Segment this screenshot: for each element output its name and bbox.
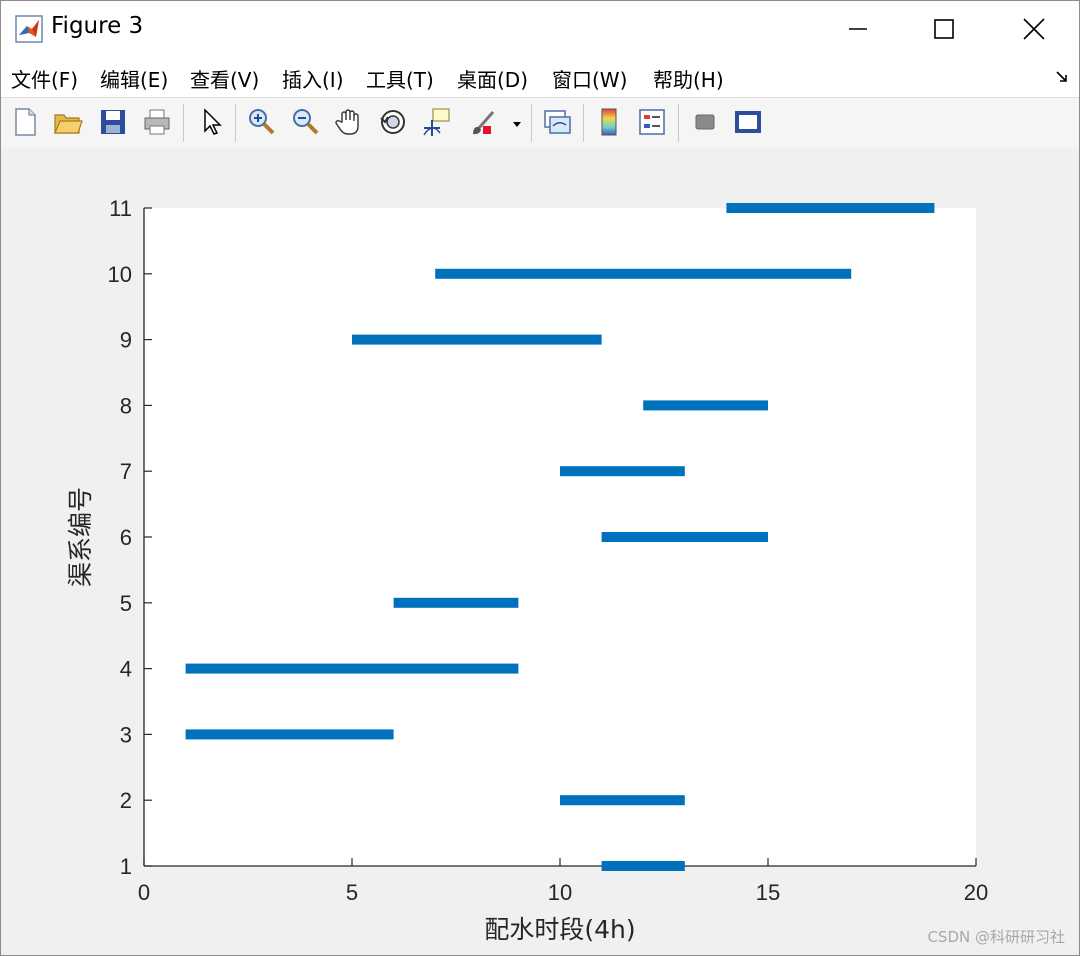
menu-insert[interactable]: 插入(I) [282, 64, 344, 93]
x-tick-label: 5 [346, 880, 358, 905]
menu-bar: 文件(F) 编辑(E) 查看(V) 插入(I) 工具(T) 桌面(D) 窗口(W… [1, 57, 1079, 97]
y-tick-label: 9 [120, 328, 132, 353]
figure-window: Figure 3 文件(F) 编辑(E) 查看(V) 插入(I) 工具(T) 桌… [0, 0, 1080, 956]
x-tick-label: 20 [964, 880, 988, 905]
zoom-out-icon[interactable] [289, 106, 321, 138]
x-tick-label: 10 [548, 880, 572, 905]
brush-icon[interactable] [467, 106, 499, 138]
y-tick-label: 1 [120, 854, 132, 879]
y-tick-label: 3 [120, 722, 132, 747]
open-file-icon[interactable] [52, 106, 84, 138]
maximize-button[interactable] [921, 11, 967, 47]
close-icon [1023, 18, 1045, 40]
save-icon[interactable] [97, 106, 129, 138]
figure-canvas: 0 5 10 15 20 1 2 3 4 5 6 7 8 9 10 11 配水时段(4h) 渠系编号 [1, 148, 1079, 955]
menu-file[interactable]: 文件(F) [11, 64, 78, 93]
channel-bar [601, 532, 768, 542]
matlab-logo-icon [15, 15, 43, 43]
title-bar: Figure 3 [1, 1, 1079, 57]
pan-hand-icon[interactable] [333, 106, 365, 138]
channel-bar [185, 663, 519, 674]
toolbar-separator [678, 104, 679, 142]
channel-bar [726, 203, 935, 213]
y-tick-label: 11 [109, 196, 132, 221]
menu-desktop[interactable]: 桌面(D) [457, 64, 528, 93]
menu-tools[interactable]: 工具(T) [366, 64, 434, 93]
x-tick-label: 15 [756, 880, 780, 905]
rotate-3d-icon[interactable] [377, 106, 409, 138]
toolbar-separator [531, 104, 532, 142]
y-tick-label: 7 [120, 459, 132, 484]
chart: 0 5 10 15 20 1 2 3 4 5 6 7 8 9 10 11 配水时段(4h) 渠系编号 [66, 196, 988, 944]
toolbar-separator [235, 104, 236, 142]
watermark-text: CSDN @科研研习社 [927, 928, 1065, 946]
x-tick-label: 0 [138, 880, 150, 905]
toolbar-separator [583, 104, 584, 142]
y-tick-label: 10 [108, 262, 132, 287]
maximize-icon [934, 19, 954, 39]
channel-bar [352, 334, 602, 345]
print-icon[interactable] [141, 106, 173, 138]
pointer-icon[interactable] [195, 106, 227, 138]
x-axis-label: 配水时段(4h) [484, 915, 635, 944]
channel-bar [560, 795, 685, 806]
show-plot-tools-icon[interactable] [732, 106, 764, 138]
y-tick-label: 2 [120, 788, 132, 813]
toolbar-separator [183, 104, 184, 142]
menu-edit[interactable]: 编辑(E) [100, 64, 168, 93]
y-tick-label: 4 [120, 657, 132, 682]
menu-window[interactable]: 窗口(W) [552, 64, 627, 93]
toolbar [1, 97, 1079, 149]
y-tick-label: 6 [120, 525, 132, 550]
channel-bar [185, 729, 394, 740]
legend-icon[interactable] [636, 106, 668, 138]
plot-area [144, 208, 976, 866]
link-plot-icon[interactable] [541, 106, 573, 138]
window-title: Figure 3 [51, 13, 144, 39]
y-tick-label: 5 [120, 591, 132, 616]
colorbar-icon[interactable] [593, 106, 625, 138]
channel-bar [643, 400, 768, 411]
data-cursor-icon[interactable] [421, 106, 453, 138]
channel-bar [435, 268, 852, 279]
y-tick-label: 8 [120, 393, 132, 418]
zoom-in-icon[interactable] [245, 106, 277, 138]
y-axis-label: 渠系编号 [66, 487, 95, 587]
close-button[interactable] [1011, 11, 1057, 47]
new-figure-icon[interactable] [9, 106, 41, 138]
channel-bar [601, 861, 685, 871]
menu-view[interactable]: 查看(V) [190, 64, 259, 93]
menu-help[interactable]: 帮助(H) [653, 64, 724, 93]
channel-bar [560, 466, 685, 477]
minimize-icon [849, 28, 867, 30]
dock-arrow-icon[interactable] [1055, 69, 1069, 83]
channel-bar [393, 597, 519, 608]
minimize-button[interactable] [835, 11, 881, 47]
hide-plot-tools-icon[interactable] [689, 106, 721, 138]
chevron-down-icon[interactable] [507, 106, 527, 138]
